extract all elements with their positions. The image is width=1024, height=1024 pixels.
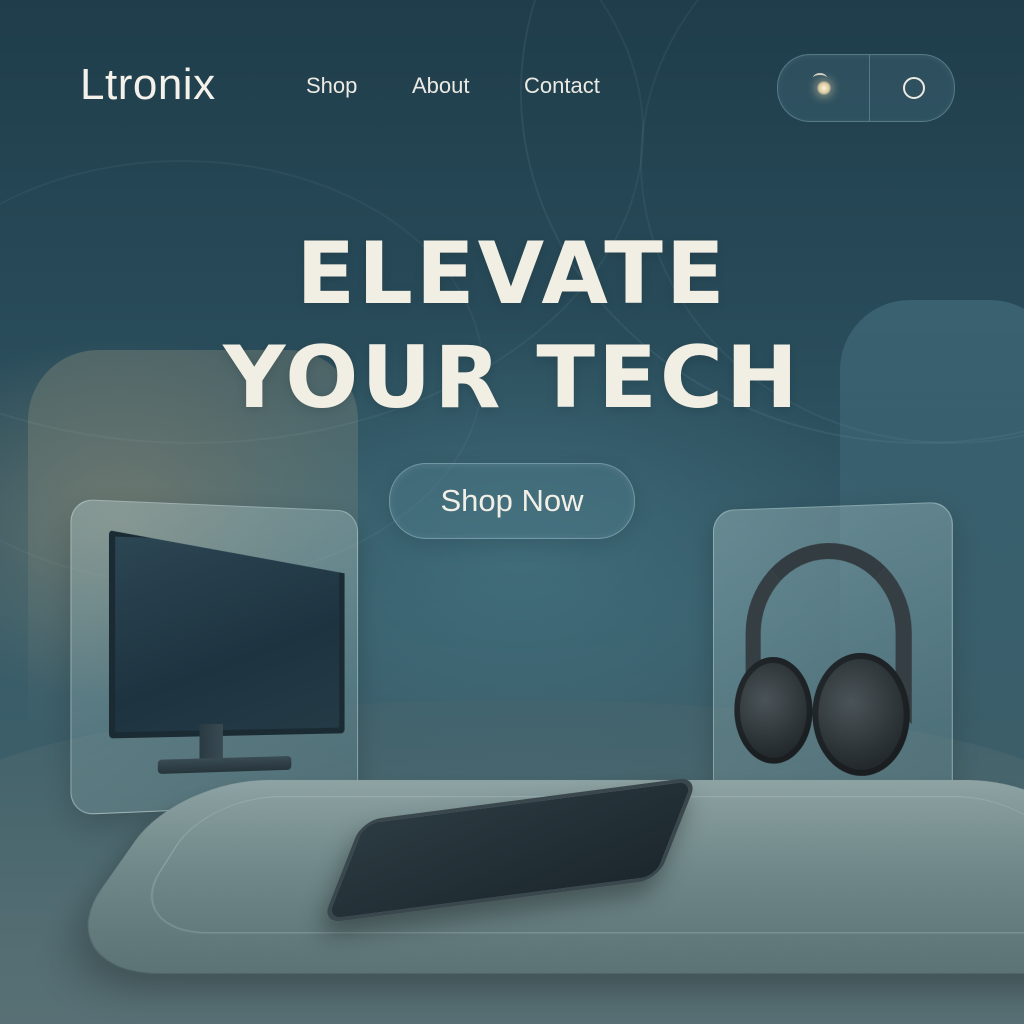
headphones-right-cup xyxy=(812,652,910,778)
shop-now-button[interactable]: Shop Now xyxy=(389,463,635,539)
nav-link-about[interactable]: About xyxy=(412,73,470,99)
landing-page: Ltronix Shop About Contact ELEVATE YOUR … xyxy=(0,0,1024,1024)
circle-icon xyxy=(903,77,925,99)
brand-logo[interactable]: Ltronix xyxy=(80,60,216,110)
dark-mode-button[interactable] xyxy=(778,55,866,121)
hero-title-line2: YOUR TECH xyxy=(223,328,801,428)
theme-toggle[interactable] xyxy=(777,54,955,122)
product-card-monitor[interactable] xyxy=(70,498,359,816)
monitor-stand xyxy=(199,723,223,763)
nav-link-contact[interactable]: Contact xyxy=(524,73,600,99)
product-smartphone[interactable] xyxy=(321,776,699,924)
light-mode-button[interactable] xyxy=(870,55,958,121)
hero-title-line1: ELEVATE xyxy=(296,224,728,324)
nav-link-shop[interactable]: Shop xyxy=(306,73,357,99)
monitor-base xyxy=(157,756,292,774)
monitor-icon xyxy=(109,530,345,738)
moon-icon xyxy=(813,73,832,96)
product-card-headphones[interactable] xyxy=(712,501,953,819)
headphones-left-cup xyxy=(734,657,813,765)
